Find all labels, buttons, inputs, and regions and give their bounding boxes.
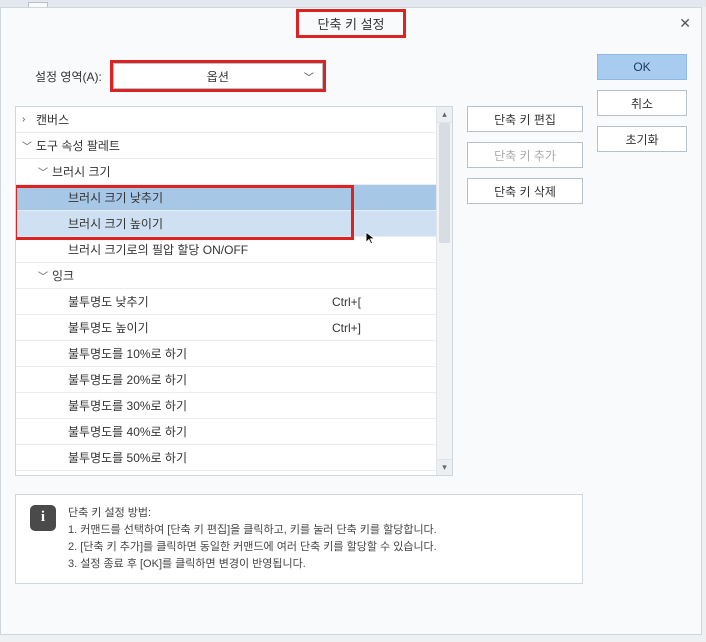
reset-button[interactable]: 초기화 bbox=[597, 126, 687, 152]
tree-item-shortcut: Ctrl+[ bbox=[326, 295, 436, 309]
ok-button[interactable]: OK bbox=[597, 54, 687, 80]
close-icon[interactable]: ✕ bbox=[679, 15, 691, 32]
chevron-right-icon[interactable]: › bbox=[22, 114, 36, 125]
tree-item-label: 도구 속성 팔레트 bbox=[36, 137, 326, 154]
tree-item-label: 불투명도 높이기 bbox=[68, 319, 326, 336]
tree-group[interactable]: ›캔버스 bbox=[16, 107, 436, 133]
title-bar: 단축 키 설정 ✕ bbox=[1, 8, 701, 38]
info-icon: i bbox=[30, 505, 56, 531]
info-title: 단축 키 설정 방법: bbox=[68, 505, 437, 522]
tree-item-label: 불투명도를 40%로 하기 bbox=[68, 423, 326, 440]
tree-item-label: 브러시 크기로의 필압 할당 ON/OFF bbox=[68, 241, 326, 258]
tree-item[interactable]: 불투명도를 40%로 하기 bbox=[16, 419, 436, 445]
tree-item-label: 불투명도를 20%로 하기 bbox=[68, 371, 326, 388]
scroll-up-icon[interactable]: ▴ bbox=[437, 107, 452, 123]
tree-group[interactable]: ﹀브러시 크기 bbox=[16, 159, 436, 185]
tree-item[interactable]: 불투명도 높이기Ctrl+] bbox=[16, 315, 436, 341]
shortcut-tree: ›캔버스﹀도구 속성 팔레트﹀브러시 크기브러시 크기 낮추기브러시 크기 높이… bbox=[15, 106, 453, 476]
dialog-title: 단축 키 설정 bbox=[296, 9, 405, 38]
tree-item[interactable]: 브러시 크기 높이기 bbox=[16, 211, 436, 237]
scroll-down-icon[interactable]: ▾ bbox=[437, 459, 452, 475]
tree-item-label: 불투명도를 50%로 하기 bbox=[68, 449, 326, 466]
tree-item[interactable]: 불투명도를 50%로 하기 bbox=[16, 445, 436, 471]
scroll-thumb[interactable] bbox=[439, 123, 450, 243]
tree-item-label: 브러시 크기 bbox=[52, 163, 326, 180]
chevron-down-icon[interactable]: ﹀ bbox=[38, 164, 52, 179]
area-select-value: 옵션 bbox=[207, 68, 229, 85]
chevron-down-icon: ﹀ bbox=[304, 69, 314, 84]
tree-item-shortcut: Ctrl+] bbox=[326, 321, 436, 335]
tree-item-label: 불투명도 낮추기 bbox=[68, 293, 326, 310]
chevron-down-icon[interactable]: ﹀ bbox=[38, 268, 52, 283]
scrollbar[interactable]: ▴ ▾ bbox=[436, 107, 452, 475]
remove-shortcut-button[interactable]: 단축 키 삭제 bbox=[467, 178, 583, 204]
tree-item[interactable]: 불투명도를 60%로 하기 bbox=[16, 471, 436, 475]
tree-item-label: 불투명도를 30%로 하기 bbox=[68, 397, 326, 414]
tree-item[interactable]: 브러시 크기 낮추기 bbox=[16, 185, 436, 211]
tree-item-label: 불투명도를 10%로 하기 bbox=[68, 345, 326, 362]
tree-item-label: 브러시 크기 낮추기 bbox=[68, 189, 326, 206]
tree-item[interactable]: 불투명도를 30%로 하기 bbox=[16, 393, 436, 419]
edit-shortcut-button[interactable]: 단축 키 편집 bbox=[467, 106, 583, 132]
tree-item[interactable]: 불투명도를 20%로 하기 bbox=[16, 367, 436, 393]
info-line: 2. [단축 키 추가]를 클릭하면 동일한 커맨드에 여러 단축 키를 할당할… bbox=[68, 539, 437, 556]
cancel-button[interactable]: 취소 bbox=[597, 90, 687, 116]
tree-group[interactable]: ﹀도구 속성 팔레트 bbox=[16, 133, 436, 159]
tree-group[interactable]: ﹀잉크 bbox=[16, 263, 436, 289]
tree-item-label: 잉크 bbox=[52, 267, 326, 284]
shortcut-dialog: 단축 키 설정 ✕ 설정 영역(A): 옵션 ﹀ bbox=[0, 7, 702, 635]
tree-item-label: 캔버스 bbox=[36, 111, 326, 128]
tree-item-label: 브러시 크기 높이기 bbox=[68, 215, 326, 232]
tree-item[interactable]: 불투명도를 10%로 하기 bbox=[16, 341, 436, 367]
chevron-down-icon[interactable]: ﹀ bbox=[22, 138, 36, 153]
add-shortcut-button[interactable]: 단축 키 추가 bbox=[467, 142, 583, 168]
info-panel: i 단축 키 설정 방법: 1. 커맨드를 선택하여 [단축 키 편집]을 클릭… bbox=[15, 494, 583, 584]
tree-item[interactable]: 브러시 크기로의 필압 할당 ON/OFF bbox=[16, 237, 436, 263]
filter-label: 설정 영역(A): bbox=[35, 68, 102, 85]
area-select[interactable]: 옵션 ﹀ bbox=[113, 63, 323, 89]
info-line: 3. 설정 종료 후 [OK]를 클릭하면 변경이 반영됩니다. bbox=[68, 556, 437, 573]
info-line: 1. 커맨드를 선택하여 [단축 키 편집]을 클릭하고, 키를 눌러 단축 키… bbox=[68, 522, 437, 539]
tree-item[interactable]: 불투명도 낮추기Ctrl+[ bbox=[16, 289, 436, 315]
